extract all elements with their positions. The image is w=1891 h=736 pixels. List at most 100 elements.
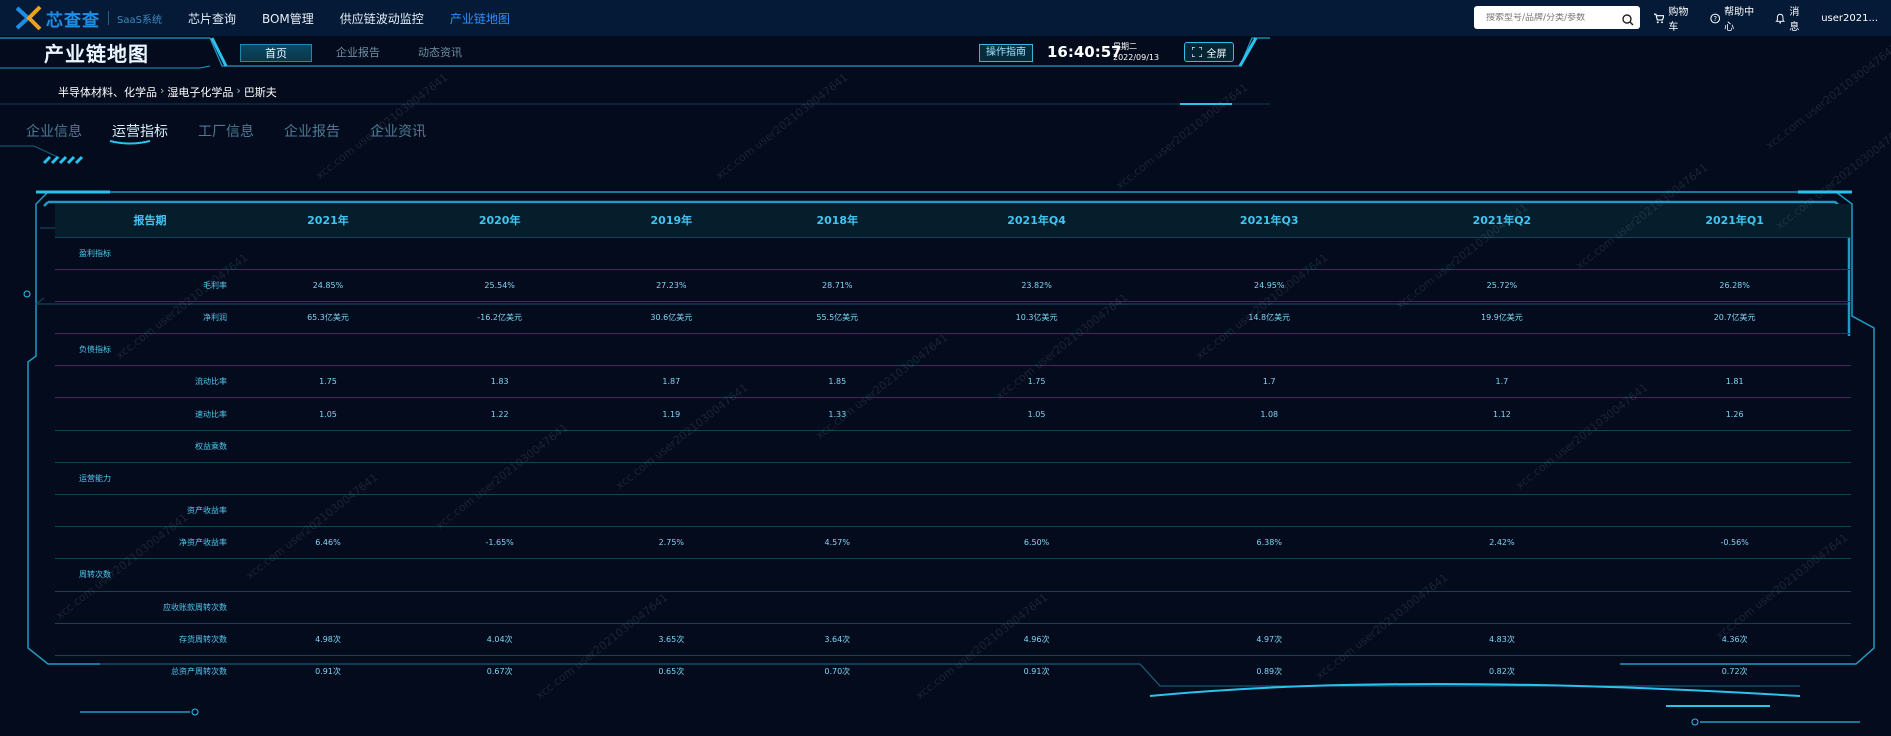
user-menu[interactable]: user2021...: [1821, 13, 1878, 24]
table-cell: [920, 590, 1153, 624]
table-cell: [754, 493, 921, 527]
nav-chip-search[interactable]: 芯片查询: [188, 10, 236, 27]
metric-label: 流动比率: [55, 365, 245, 398]
logo-icon: [14, 5, 44, 31]
messages-label: 消息: [1789, 7, 1800, 33]
table-cell: 20.7亿美元: [1618, 300, 1851, 334]
nav-bom[interactable]: BOM管理: [262, 10, 314, 27]
table-cell: 27.23%: [588, 268, 755, 302]
logo-subtitle: SaaS系统: [117, 14, 162, 26]
table-cell: 1.05: [245, 397, 411, 431]
help-link[interactable]: ? 帮助中心: [1710, 3, 1762, 33]
top-bar: 芯查查 SaaS系统 芯片查询 BOM管理 供应链波动监控 产业链地图 购物车 …: [0, 0, 1891, 36]
nav-supply-monitor[interactable]: 供应链波动监控: [340, 10, 424, 27]
table-cell: [920, 429, 1153, 463]
table-cell: [245, 236, 411, 270]
logo-text: 芯查查: [46, 10, 100, 31]
table-cell: [410, 493, 589, 527]
tab-company-report[interactable]: 企业报告: [322, 44, 394, 62]
table-cell: 2.75%: [588, 526, 755, 559]
table-cell: [588, 493, 755, 527]
tab-home[interactable]: 首页: [240, 44, 312, 62]
table-cell: 0.82次: [1385, 654, 1619, 688]
metrics-panel: 报告期 2021年 2020年 2019年 2018年 2021年Q4 2021…: [55, 204, 1851, 694]
table-cell: [1152, 333, 1386, 366]
search-icon[interactable]: [1622, 11, 1634, 30]
table-cell: 1.12: [1385, 397, 1619, 431]
search-input[interactable]: [1486, 12, 1626, 23]
table-cell: 3.65次: [588, 622, 755, 656]
table-cell: 0.89次: [1152, 654, 1386, 688]
table-cell: 25.72%: [1385, 268, 1619, 302]
table-cell: 0.65次: [588, 654, 755, 688]
company-subtabs: 企业信息 运营指标 工厂信息 企业报告 企业资讯: [26, 121, 456, 141]
table-cell: 25.54%: [410, 268, 589, 302]
table-cell: 26.28%: [1618, 268, 1851, 302]
table-cell: 1.85: [754, 365, 921, 398]
table-cell: [410, 461, 589, 495]
fullscreen-button[interactable]: 全屏: [1184, 42, 1234, 62]
group-label: 运营能力: [55, 461, 245, 495]
chevron-right-icon: ›: [236, 84, 241, 97]
table-cell: [1152, 558, 1386, 592]
table-cell: -16.2亿美元: [410, 300, 589, 334]
column-header: 2021年Q3: [1239, 214, 1299, 228]
cart-link[interactable]: 购物车: [1654, 3, 1697, 33]
subtab-company-info[interactable]: 企业信息: [26, 121, 82, 141]
table-row: 负债指标: [55, 333, 1851, 366]
table-cell: [245, 493, 411, 527]
weekday: 星期二: [1113, 42, 1137, 51]
messages-link[interactable]: 消息: [1775, 3, 1808, 33]
table-cell: 1.7: [1152, 365, 1386, 398]
table-cell: [410, 236, 589, 270]
table-cell: [588, 590, 755, 624]
cart-icon: [1654, 13, 1665, 23]
table-cell: [920, 333, 1153, 366]
subtab-operating-metrics[interactable]: 运营指标: [112, 121, 168, 141]
table-cell: 0.70次: [754, 654, 921, 688]
table-cell: [1618, 493, 1851, 527]
column-header: 2021年: [307, 214, 349, 228]
table-cell: [754, 429, 921, 463]
table-cell: [245, 590, 411, 624]
table-row: 应收账款周转次数: [55, 590, 1851, 624]
subtab-company-report[interactable]: 企业报告: [284, 121, 340, 141]
table-cell: [410, 429, 589, 463]
top-right-tools: 购物车 ? 帮助中心 消息 user2021...: [1654, 0, 1891, 36]
table-row: 权益乘数: [55, 429, 1851, 463]
guide-button[interactable]: 操作指南: [979, 44, 1033, 62]
breadcrumb-item[interactable]: 巴斯夫: [244, 84, 277, 100]
table-cell: [410, 558, 589, 592]
table-row: 运营能力: [55, 461, 1851, 495]
table-cell: [1385, 590, 1619, 624]
breadcrumb-item[interactable]: 半导体材料、化学品: [58, 84, 157, 100]
table-cell: 4.83次: [1385, 622, 1619, 656]
table-cell: 1.22: [410, 397, 589, 431]
table-cell: 1.08: [1152, 397, 1386, 431]
logo[interactable]: 芯查查 SaaS系统: [14, 0, 162, 36]
subtab-factory-info[interactable]: 工厂信息: [198, 121, 254, 141]
table-cell: [588, 429, 755, 463]
table-cell: [1618, 333, 1851, 366]
breadcrumb-item[interactable]: 湿电子化学品: [167, 84, 233, 100]
help-icon: ?: [1710, 13, 1720, 23]
table-cell: 24.95%: [1152, 268, 1386, 302]
nav-industry-map[interactable]: 产业链地图: [450, 10, 510, 27]
table-cell: -0.56%: [1618, 526, 1851, 559]
table-cell: [410, 590, 589, 624]
table-row: 净利润 65.3亿美元 -16.2亿美元 30.6亿美元 55.5亿美元 10.3亿美元 1…: [55, 300, 1851, 334]
subtab-company-news[interactable]: 企业资讯: [370, 121, 426, 141]
search-box[interactable]: [1474, 6, 1640, 29]
table-cell: [920, 461, 1153, 495]
table-cell: [588, 461, 755, 495]
metric-label: 应收账款周转次数: [55, 590, 245, 624]
table-cell: [1385, 429, 1619, 463]
fullscreen-label: 全屏: [1206, 48, 1227, 60]
metric-label: 权益乘数: [55, 429, 245, 463]
tab-news[interactable]: 动态资讯: [404, 44, 476, 62]
table-cell: 4.57%: [754, 526, 921, 559]
table-cell: 24.85%: [245, 268, 411, 302]
chevron-right-icon: ›: [160, 84, 165, 97]
table-cell: 14.8亿美元: [1152, 300, 1386, 334]
table-cell: [1618, 236, 1851, 270]
